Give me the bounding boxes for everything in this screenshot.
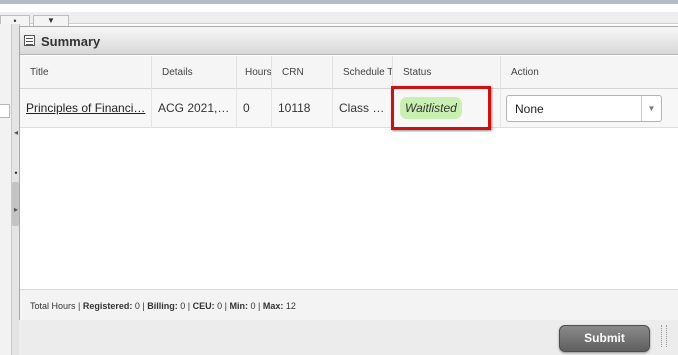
submit-button[interactable]: Submit: [559, 325, 650, 352]
resize-grip[interactable]: [661, 325, 667, 347]
registered-label: Registered:: [82, 301, 133, 311]
annotation-highlight-box: [391, 86, 491, 130]
ceu-value: 0: [217, 301, 223, 311]
column-status[interactable]: Status: [393, 56, 501, 89]
min-label: Min:: [229, 301, 249, 311]
column-title[interactable]: Title: [20, 56, 152, 89]
bottom-toolbar: Submit: [19, 320, 678, 355]
chevron-down-icon[interactable]: ▼: [641, 96, 661, 121]
max-label: Max:: [262, 301, 284, 311]
summary-title: Summary: [41, 34, 101, 49]
details-cell: ACG 2021,…: [152, 89, 237, 128]
top-border: [0, 0, 678, 4]
hours-cell: 0: [237, 89, 272, 128]
column-action[interactable]: Action: [501, 56, 678, 89]
total-hours-summary: Total Hours | Registered: 0 | Billing: 0…: [30, 301, 296, 311]
left-panel: [0, 24, 12, 355]
column-schedule-type[interactable]: Schedule Type: [333, 56, 393, 89]
summary-panel: Summary Title Details Hours CRN Schedule…: [19, 26, 678, 320]
billing-value: 0: [180, 301, 186, 311]
total-hours-label: Total Hours: [30, 301, 76, 311]
billing-label: Billing:: [147, 301, 178, 311]
top-tab-bar: [0, 12, 678, 24]
column-hours[interactable]: Hours: [237, 56, 272, 89]
max-value: 12: [285, 301, 296, 311]
table-header: Title Details Hours CRN Schedule Type St…: [20, 56, 678, 112]
action-select-value: None: [515, 102, 544, 116]
scrollbar-thumb[interactable]: [12, 182, 19, 226]
summary-header: Summary: [20, 27, 678, 55]
action-select[interactable]: None ▼: [506, 95, 662, 122]
schedule-type-cell: Class …: [333, 89, 393, 128]
column-crn[interactable]: CRN: [272, 56, 333, 89]
course-title-cell: Principles of Financi…: [20, 89, 152, 128]
crn-cell: 10118: [272, 89, 333, 128]
left-panel-input[interactable]: [0, 104, 10, 118]
ceu-label: CEU:: [192, 301, 215, 311]
summary-footer: Total Hours | Registered: 0 | Billing: 0…: [20, 289, 678, 320]
course-title-link[interactable]: Principles of Financi…: [26, 101, 145, 115]
min-value: 0: [250, 301, 256, 311]
registered-value: 0: [134, 301, 140, 311]
column-details[interactable]: Details: [152, 56, 237, 89]
summary-table-icon: [24, 35, 35, 46]
